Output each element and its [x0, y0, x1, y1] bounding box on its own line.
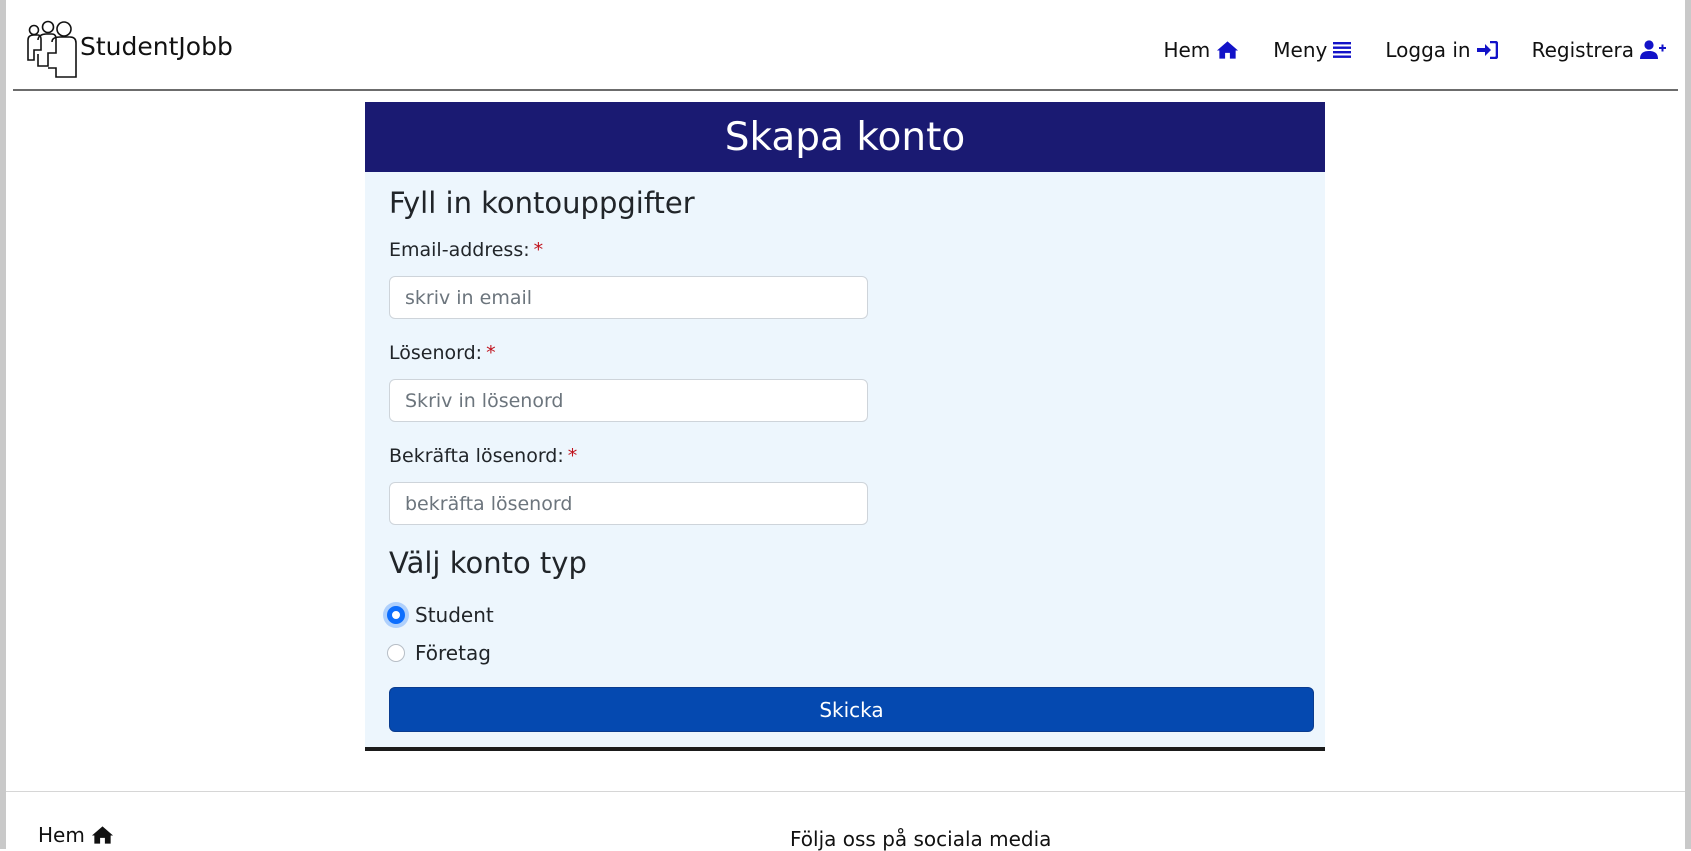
confirm-password-label: Bekräfta lösenord: * — [389, 445, 577, 467]
card-header: Skapa konto — [365, 102, 1325, 172]
main-nav: Hem Meny Logga in Registrera — [1163, 38, 1666, 62]
radio-student[interactable] — [387, 606, 405, 624]
brand[interactable]: StudentJobb — [26, 20, 233, 78]
password-field[interactable] — [389, 379, 868, 422]
radio-company-label: Företag — [415, 641, 491, 665]
account-type-company[interactable]: Företag — [387, 641, 491, 665]
account-type-student[interactable]: Student — [387, 603, 494, 627]
nav-login-label: Logga in — [1385, 38, 1471, 62]
register-card: Skapa konto Fyll in kontouppgifter Email… — [365, 102, 1325, 751]
nav-menu[interactable]: Meny — [1273, 38, 1352, 62]
nav-register[interactable]: Registrera — [1532, 38, 1666, 62]
user-plus-icon — [1640, 40, 1666, 59]
required-marker: * — [486, 342, 496, 364]
nav-menu-label: Meny — [1273, 38, 1328, 62]
nav-register-label: Registrera — [1531, 38, 1634, 62]
account-details-heading: Fyll in kontouppgifter — [389, 186, 695, 220]
footer-divider — [6, 791, 1685, 792]
sign-in-icon — [1476, 41, 1498, 59]
radio-student-label: Student — [415, 603, 494, 627]
brand-name: StudentJobb — [80, 32, 233, 61]
nav-home-label: Hem — [1163, 38, 1211, 62]
password-label-text: Lösenord: — [389, 342, 483, 364]
submit-button[interactable]: Skicka — [389, 687, 1314, 732]
account-type-heading: Välj konto typ — [389, 546, 587, 580]
people-group-icon — [26, 20, 78, 78]
left-edge — [0, 0, 6, 849]
home-icon — [1217, 41, 1239, 59]
confirm-password-field[interactable] — [389, 482, 868, 525]
list-icon — [1333, 42, 1352, 58]
footer-home-link[interactable]: Hem — [38, 823, 114, 847]
password-label: Lösenord: * — [389, 342, 496, 364]
home-icon — [91, 826, 113, 844]
radio-company[interactable] — [387, 644, 405, 662]
required-marker: * — [533, 239, 544, 261]
page-title: Skapa konto — [724, 114, 966, 160]
email-label: Email-address: * — [389, 239, 543, 261]
confirm-password-label-text: Bekräfta lösenord: — [389, 445, 564, 467]
footer-home-label: Hem — [38, 823, 85, 847]
nav-home[interactable]: Hem — [1163, 38, 1239, 62]
email-label-text: Email-address: — [389, 239, 530, 261]
social-media-text: Följa oss på sociala media — [790, 827, 1052, 851]
nav-login[interactable]: Logga in — [1385, 38, 1498, 62]
site-header: StudentJobb Hem Meny Logga in Registrera — [13, 0, 1678, 91]
right-edge — [1685, 0, 1691, 849]
email-field[interactable] — [389, 276, 868, 319]
required-marker: * — [567, 445, 578, 467]
